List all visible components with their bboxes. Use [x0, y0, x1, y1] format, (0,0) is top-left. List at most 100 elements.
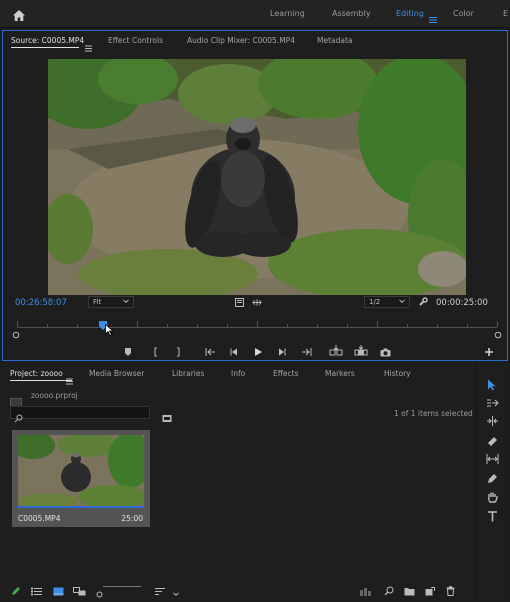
- active-tab-underline: [11, 47, 79, 48]
- chevron-down-icon: [399, 298, 405, 306]
- new-item-icon[interactable]: [425, 581, 435, 600]
- tools-panel: [476, 364, 508, 600]
- source-monitor-panel: Source: C0005.MP4 Effect Controls Audio …: [2, 30, 508, 361]
- resolution-select[interactable]: 1/2: [364, 296, 410, 308]
- resolution-value: 1/2: [369, 298, 381, 306]
- automate-to-sequence-icon[interactable]: [360, 581, 372, 600]
- media-item-name: C0005.MP4: [18, 514, 61, 523]
- ruler-tick: [317, 324, 318, 327]
- playhead-timecode[interactable]: 00:26:58:07: [15, 298, 67, 308]
- workspace-bar: Learning Assembly Editing Color E: [0, 0, 510, 28]
- project-panel: Project: zoooo Media Browser Libraries I…: [2, 364, 473, 602]
- tab-media-browser[interactable]: Media Browser: [89, 369, 144, 378]
- transport-bar: [3, 341, 509, 357]
- source-tab-row: Source: C0005.MP4 Effect Controls Audio …: [3, 31, 507, 52]
- new-bin-from-search-icon[interactable]: [162, 408, 172, 427]
- add-marker-icon[interactable]: [124, 342, 132, 361]
- time-ruler-ticks: [17, 319, 498, 327]
- project-file-name: zoooo.prproj: [31, 391, 78, 400]
- freeform-view-icon[interactable]: [73, 581, 86, 600]
- go-to-in-icon[interactable]: [205, 342, 216, 361]
- list-view-icon[interactable]: [31, 581, 42, 600]
- workspace-tab-more[interactable]: E: [503, 9, 508, 18]
- trash-icon[interactable]: [446, 581, 455, 600]
- mark-out-icon[interactable]: [174, 342, 182, 361]
- slip-icon[interactable]: [485, 452, 499, 466]
- ruler-tick: [77, 324, 78, 327]
- mark-in-icon[interactable]: [152, 342, 160, 361]
- chevron-down-icon: [123, 298, 129, 306]
- wrench-icon[interactable]: [418, 297, 428, 307]
- hamburger-icon[interactable]: [429, 9, 437, 28]
- media-item-progress: [18, 506, 144, 508]
- tab-source[interactable]: Source: C0005.MP4: [11, 36, 84, 45]
- workspace-tab-assembly[interactable]: Assembly: [332, 9, 371, 18]
- ruler-tick: [197, 324, 198, 327]
- find-icon[interactable]: [384, 581, 394, 600]
- ruler-tick: [467, 324, 468, 327]
- hamburger-icon[interactable]: [85, 37, 92, 56]
- tab-effects[interactable]: Effects: [273, 369, 299, 378]
- overwrite-icon[interactable]: [354, 341, 368, 360]
- track-select-forward-icon[interactable]: [485, 396, 499, 410]
- media-item-thumbnail[interactable]: [18, 435, 144, 506]
- active-tab-underline: [10, 380, 72, 381]
- ripple-edit-icon[interactable]: [485, 414, 499, 428]
- media-item-card[interactable]: C0005.MP4 25:00: [12, 430, 150, 527]
- video-frame: [48, 59, 466, 295]
- tab-history[interactable]: History: [384, 369, 411, 378]
- drag-video-icon[interactable]: [252, 297, 262, 307]
- pencil-icon[interactable]: [11, 581, 21, 600]
- workspace-tab-color[interactable]: Color: [453, 9, 474, 18]
- selection-tool-icon[interactable]: [485, 378, 499, 392]
- ruler-tick: [227, 324, 228, 327]
- camera-icon[interactable]: [380, 342, 391, 361]
- tab-markers[interactable]: Markers: [325, 369, 355, 378]
- video-frame-image: [48, 59, 466, 295]
- ruler-tick: [407, 324, 408, 327]
- workspace-tab-editing[interactable]: Editing: [396, 9, 424, 18]
- step-back-icon[interactable]: [229, 342, 239, 361]
- tab-effect-controls[interactable]: Effect Controls: [108, 36, 163, 45]
- ruler-tick: [437, 324, 438, 327]
- pen-icon[interactable]: [485, 471, 499, 485]
- zoom-slider-track[interactable]: [103, 586, 141, 587]
- ruler-tick: [347, 324, 348, 327]
- go-to-out-icon[interactable]: [301, 342, 312, 361]
- add-button-icon[interactable]: [484, 342, 494, 361]
- new-bin-icon[interactable]: [404, 581, 415, 600]
- search-icon: [14, 408, 23, 427]
- tab-libraries[interactable]: Libraries: [172, 369, 204, 378]
- settings-icon[interactable]: [234, 297, 244, 307]
- zoom-value: Fit: [93, 298, 102, 306]
- icon-view-icon[interactable]: [53, 581, 64, 600]
- search-field[interactable]: [10, 406, 150, 423]
- ruler-tick: [257, 321, 258, 327]
- media-item-duration: 25:00: [121, 514, 143, 523]
- hand-icon[interactable]: [485, 490, 499, 504]
- home-icon[interactable]: [12, 7, 26, 26]
- razor-icon[interactable]: [485, 433, 499, 447]
- chevron-down-icon[interactable]: [173, 582, 179, 601]
- tab-audio-clip-mixer[interactable]: Audio Clip Mixer: C0005.MP4: [187, 36, 295, 45]
- type-icon[interactable]: [485, 509, 499, 523]
- tab-project[interactable]: Project: zoooo: [10, 369, 63, 378]
- tab-metadata[interactable]: Metadata: [317, 36, 353, 45]
- selection-status: 1 of 1 items selected: [394, 409, 473, 418]
- zoom-slider-handle[interactable]: [96, 583, 103, 602]
- workspace-tab-learning[interactable]: Learning: [270, 9, 305, 18]
- search-input[interactable]: [25, 407, 145, 418]
- insert-icon[interactable]: [329, 341, 343, 360]
- tab-info[interactable]: Info: [231, 369, 245, 378]
- mouse-cursor: [105, 321, 115, 340]
- step-forward-icon[interactable]: [277, 342, 287, 361]
- ruler-tick: [47, 324, 48, 327]
- ruler-tick: [287, 324, 288, 327]
- ruler-tick: [167, 324, 168, 327]
- time-ruler[interactable]: [17, 327, 497, 328]
- duration-timecode: 00:00:25:00: [436, 298, 488, 308]
- zoom-select[interactable]: Fit: [88, 296, 134, 308]
- play-icon[interactable]: [253, 342, 263, 361]
- sort-icon[interactable]: [155, 581, 166, 600]
- ruler-tick: [137, 321, 138, 327]
